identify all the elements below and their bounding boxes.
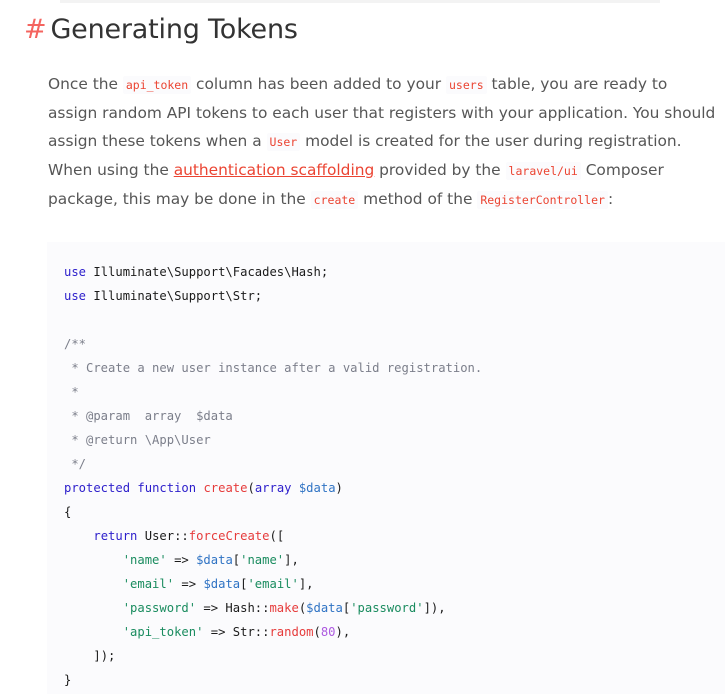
- inline-code-api-token: api_token: [122, 76, 192, 94]
- code-token: (: [247, 481, 255, 495]
- text: table, you are ready to: [486, 75, 668, 93]
- text: :: [607, 190, 614, 208]
- authentication-scaffolding-link[interactable]: authentication scaffolding: [174, 161, 375, 179]
- code-line: return User::forceCreate([: [64, 524, 482, 548]
- text: package, this may be done in the: [48, 190, 311, 208]
- code-token: Illuminate\Support\Str;: [86, 289, 263, 303]
- code-line: use Illuminate\Support\Str;: [64, 284, 482, 308]
- code-comment: * @param array $data: [64, 409, 233, 423]
- inline-code-create: create: [310, 191, 359, 209]
- code-token: 'api_token': [122, 625, 204, 639]
- inline-code-user: User: [266, 133, 301, 151]
- text: When using the: [48, 161, 174, 179]
- code-line: }: [64, 673, 72, 687]
- code-comment: * @return \App\User: [64, 433, 211, 447]
- code-token: return: [93, 529, 138, 543]
- code-token: array: [254, 481, 292, 495]
- section-heading: # Generating Tokens: [24, 14, 298, 45]
- code-token: =>: [166, 553, 197, 567]
- code-token: $data: [196, 553, 233, 567]
- text: column has been added to your: [191, 75, 446, 93]
- top-divider: [60, 0, 660, 3]
- code-token: forceCreate: [188, 529, 270, 543]
- code-comment: * Create a new user instance after a val…: [64, 361, 483, 375]
- code-token: $data: [203, 577, 241, 591]
- code-token: use: [64, 289, 87, 303]
- code-comment: *: [64, 385, 79, 399]
- code-token: ]);: [93, 649, 116, 663]
- paragraph-line: package, this may be done in the create …: [48, 185, 716, 214]
- code-token: random: [269, 625, 314, 639]
- code-token: 'email': [122, 577, 175, 591]
- code-block[interactable]: use Illuminate\Support\Facades\Hash; use …: [47, 242, 725, 694]
- code-token: $data: [306, 601, 343, 615]
- text: provided by the: [374, 161, 506, 179]
- inline-code-laravel-ui: laravel/ui: [505, 162, 581, 180]
- inline-code-registercontroller: RegisterController: [477, 191, 608, 209]
- code-token: 'name': [240, 553, 285, 567]
- code-token: 'name': [122, 553, 167, 567]
- text: assign these tokens when a: [48, 132, 267, 150]
- text: method of the: [358, 190, 478, 208]
- code-comment: /**: [64, 337, 87, 351]
- code-token: 80: [320, 625, 336, 639]
- code-line: use Illuminate\Support\Facades\Hash;: [64, 260, 482, 284]
- code-token: function: [137, 481, 197, 495]
- code-line: ]);: [64, 644, 482, 668]
- code-line: 'email' => $data['email'],: [122, 577, 314, 591]
- code-token: User::: [137, 529, 189, 543]
- text: Composer: [580, 161, 664, 179]
- code-content: use Illuminate\Support\Facades\Hash; use …: [64, 260, 482, 692]
- code-token: => Str::: [203, 625, 270, 639]
- text: model is created for the user during reg…: [300, 132, 682, 150]
- paragraph-line: assign these tokens when a User model is…: [48, 127, 716, 156]
- heading-anchor-link[interactable]: #: [24, 14, 47, 45]
- text: Once the: [48, 75, 123, 93]
- code-line: {: [64, 505, 72, 519]
- code-token: =>: [174, 577, 204, 591]
- code-token: 'password': [350, 601, 424, 615]
- code-token: $data: [298, 481, 336, 495]
- code-token: Illuminate\Support\Facades\Hash;: [86, 265, 329, 279]
- code-line: 'api_token' => Str::random(80),: [122, 625, 351, 639]
- text: assign random API tokens to each user th…: [48, 104, 716, 122]
- code-token: use: [64, 265, 87, 279]
- code-comment: */: [64, 457, 87, 471]
- paragraph-line: assign random API tokens to each user th…: [48, 99, 716, 127]
- code-token: create: [203, 481, 248, 495]
- paragraph-line: When using the authentication scaffoldin…: [48, 156, 716, 185]
- inline-code-users: users: [446, 76, 487, 94]
- intro-paragraph: Once the api_token column has been added…: [48, 70, 716, 214]
- code-token: ): [335, 481, 343, 495]
- code-token: make: [269, 601, 299, 615]
- code-token: 'password': [122, 601, 197, 615]
- code-line: 'password' => Hash::make($data['password…: [122, 601, 446, 615]
- paragraph-line: Once the api_token column has been added…: [48, 70, 716, 99]
- code-token: 'email': [247, 577, 299, 591]
- heading-title: Generating Tokens: [50, 14, 298, 45]
- code-line: protected function create(array $data): [64, 476, 482, 500]
- code-token: => Hash::: [196, 601, 270, 615]
- code-line: 'name' => $data['name'],: [122, 553, 299, 567]
- code-token: ([: [269, 529, 285, 543]
- code-token: protected: [64, 481, 131, 495]
